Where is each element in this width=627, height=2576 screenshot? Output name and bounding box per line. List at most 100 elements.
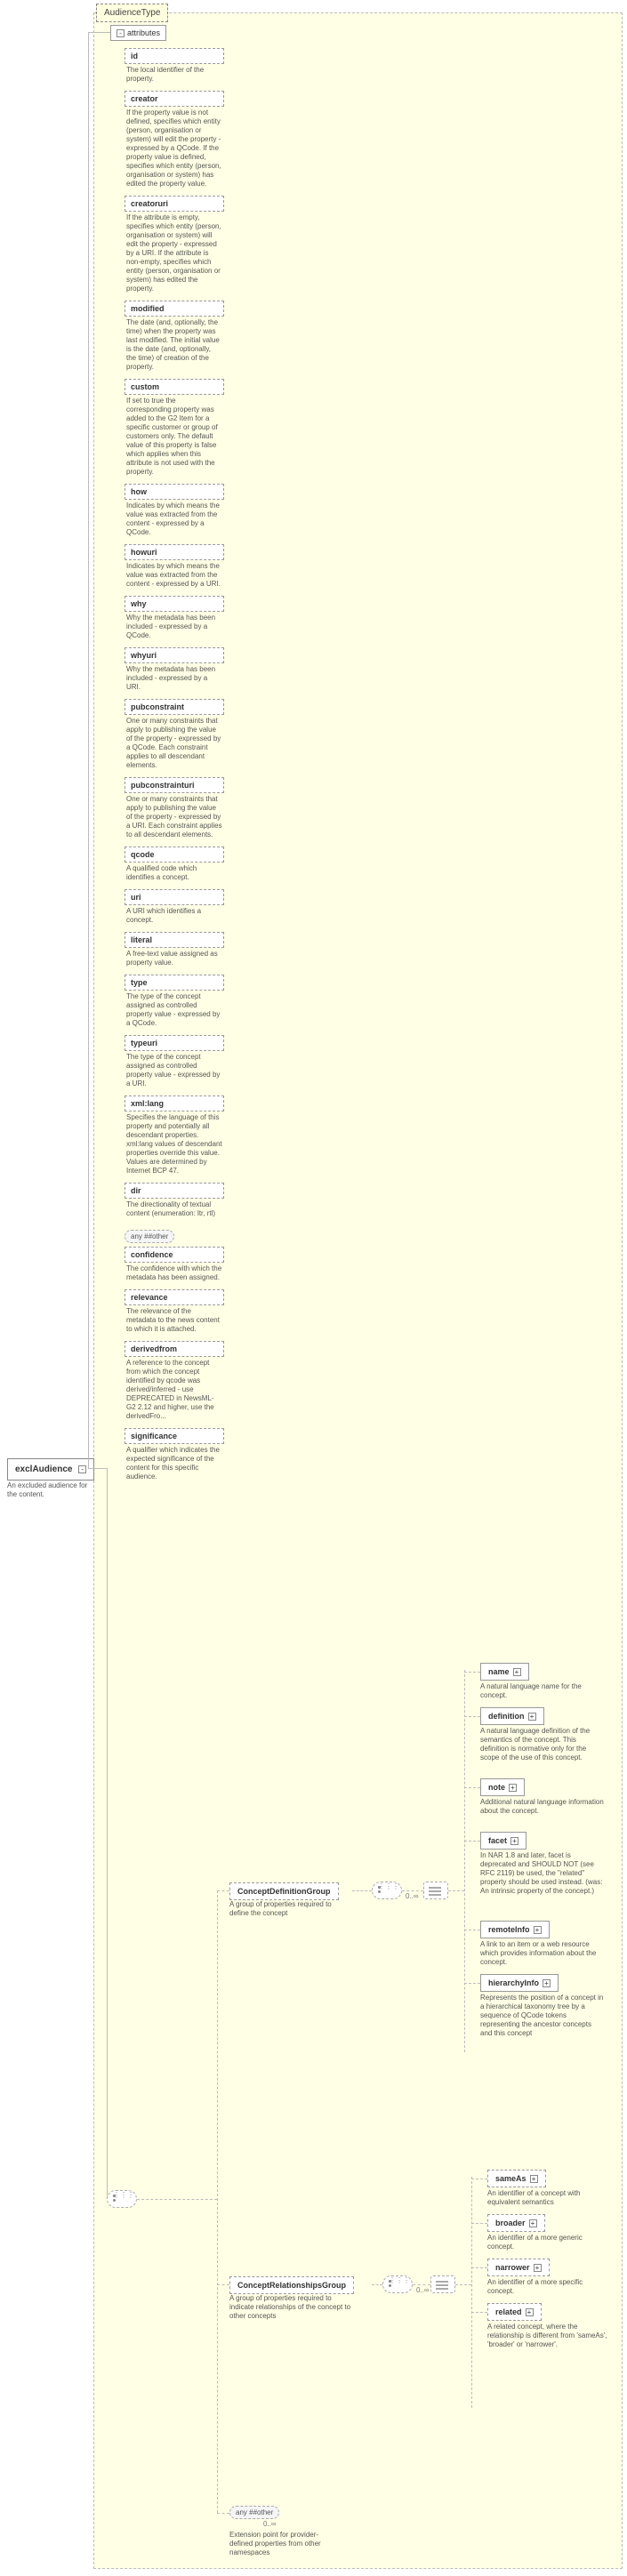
- group-desc: A group of properties required to define…: [229, 1900, 343, 1918]
- attribute-modified[interactable]: modified: [125, 301, 224, 317]
- attribute-confidence[interactable]: confidence: [125, 1247, 224, 1263]
- element-facet[interactable]: facet+: [480, 1832, 527, 1850]
- element-desc: A related concept, where the relationshi…: [487, 2323, 607, 2349]
- attribute-creator[interactable]: creator: [125, 91, 224, 107]
- attribute-creatoruri[interactable]: creatoruri: [125, 196, 224, 212]
- root-element[interactable]: exclAudience -: [7, 1458, 94, 1481]
- choice-compositor: [430, 2275, 455, 2293]
- expand-icon[interactable]: +: [528, 1713, 536, 1721]
- connector: [448, 1890, 464, 1891]
- element-desc: An identifier of a concept with equivale…: [487, 2189, 607, 2207]
- attribute-typeuri[interactable]: typeuri: [125, 1035, 224, 1051]
- attributes-label: attributes: [127, 28, 160, 37]
- group-conceptrelationships[interactable]: ConceptRelationshipsGroup: [229, 2276, 354, 2294]
- expand-icon[interactable]: +: [534, 1926, 542, 1934]
- attribute-desc: A free-text value assigned as property v…: [125, 948, 224, 973]
- element-label: facet: [488, 1836, 507, 1845]
- expand-icon[interactable]: +: [529, 2219, 537, 2227]
- attribute-id[interactable]: id: [125, 48, 224, 64]
- connector: [352, 1890, 372, 1891]
- element-label: related: [495, 2307, 522, 2316]
- expand-icon[interactable]: +: [510, 1837, 518, 1845]
- connector: [413, 2284, 430, 2285]
- attribute-pubconstraint[interactable]: pubconstraint: [125, 699, 224, 715]
- connector: [217, 1890, 218, 2513]
- collapse-icon[interactable]: -: [78, 1465, 86, 1473]
- attribute-desc: The relevance of the metadata to the new…: [125, 1305, 224, 1339]
- expand-icon[interactable]: +: [509, 1784, 517, 1792]
- attribute-type[interactable]: type: [125, 975, 224, 991]
- element-narrower[interactable]: narrower +: [487, 2259, 550, 2276]
- connector: [464, 1670, 465, 2052]
- element-desc: An identifier of a more generic concept.: [487, 2234, 607, 2251]
- sequence-compositor: ⋮⋮⋮: [107, 2190, 137, 2208]
- connector: [464, 1841, 480, 1842]
- element-sameAs[interactable]: sameAs+: [487, 2170, 546, 2187]
- element-label: narrower: [495, 2263, 530, 2272]
- attribute-desc: One or many constraints that apply to pu…: [125, 793, 224, 845]
- attribute-how[interactable]: how: [125, 484, 224, 500]
- element-desc: A link to an item or a web resource whic…: [480, 1940, 605, 1967]
- group-desc: A group of properties required to indica…: [229, 2294, 352, 2321]
- connector: [217, 2513, 229, 2514]
- attribute-desc: Why the metadata has been included - exp…: [125, 612, 224, 646]
- connector: [137, 2199, 217, 2200]
- attribute-why[interactable]: why: [125, 596, 224, 612]
- attributes-header[interactable]: -attributes: [110, 25, 166, 41]
- element-label: sameAs: [495, 2174, 527, 2183]
- element-related[interactable]: related +: [487, 2303, 542, 2321]
- connector: [471, 2312, 487, 2313]
- group-conceptdefinition[interactable]: ConceptDefinitionGroup: [229, 1882, 339, 1900]
- attribute-whyuri[interactable]: whyuri: [125, 647, 224, 663]
- sequence-compositor: ⋮⋮⋮: [382, 2275, 413, 2293]
- attribute-desc: If set to true the corresponding propert…: [125, 395, 224, 482]
- element-label: definition: [488, 1712, 525, 1721]
- element-desc: In NAR 1.8 and later, facet is deprecate…: [480, 1851, 605, 1896]
- multiplicity-label: 0..∞: [263, 2520, 277, 2528]
- attribute-desc: The type of the concept assigned as cont…: [125, 1051, 224, 1094]
- connector: [217, 2284, 229, 2285]
- root-element-desc: An excluded audience for the content.: [7, 1481, 89, 1499]
- connector: [88, 1468, 108, 1469]
- expand-icon[interactable]: +: [513, 1668, 521, 1676]
- connector: [372, 2284, 382, 2285]
- attribute-uri[interactable]: uri: [125, 889, 224, 905]
- connector: [471, 2177, 472, 2408]
- attribute-xmllang[interactable]: xml:lang: [125, 1095, 224, 1111]
- attribute-derivedfrom[interactable]: derivedfrom: [125, 1341, 224, 1357]
- connector: [217, 1890, 229, 1891]
- attributes-column: idThe local identifier of the property.c…: [125, 46, 224, 1487]
- connector: [464, 1983, 480, 1984]
- expand-icon[interactable]: +: [526, 2308, 534, 2316]
- expand-icon[interactable]: +: [530, 2175, 538, 2183]
- attribute-desc: The type of the concept assigned as cont…: [125, 991, 224, 1033]
- attribute-dir[interactable]: dir: [125, 1183, 224, 1199]
- attribute-custom[interactable]: custom: [125, 379, 224, 395]
- attribute-significance[interactable]: significance: [125, 1428, 224, 1444]
- element-hierarchyInfo[interactable]: hierarchyInfo +: [480, 1974, 559, 1992]
- attribute-literal[interactable]: literal: [125, 932, 224, 948]
- element-desc: A natural language name for the concept.: [480, 1682, 605, 1700]
- element-label: note: [488, 1783, 505, 1792]
- collapse-icon[interactable]: -: [117, 29, 125, 37]
- element-label: hierarchyInfo: [488, 1978, 539, 1987]
- element-label: remoteInfo: [488, 1925, 530, 1934]
- attribute-relevance[interactable]: relevance: [125, 1289, 224, 1305]
- attribute-pubconstrainturi[interactable]: pubconstrainturi: [125, 777, 224, 793]
- any-attribute-pill: any ##other: [125, 1230, 174, 1243]
- element-definition[interactable]: definition+: [480, 1707, 544, 1725]
- attribute-desc: Indicates by which means the value was e…: [125, 560, 224, 594]
- connector: [464, 1672, 480, 1673]
- attribute-desc: If the property value is not defined, sp…: [125, 107, 224, 194]
- attribute-desc: The confidence with which the metadata h…: [125, 1263, 224, 1288]
- element-broader[interactable]: broader+: [487, 2214, 545, 2232]
- element-remoteInfo[interactable]: remoteInfo +: [480, 1921, 550, 1938]
- element-name[interactable]: name+: [480, 1663, 529, 1681]
- attribute-desc: Why the metadata has been included - exp…: [125, 663, 224, 697]
- expand-icon[interactable]: +: [534, 2264, 542, 2272]
- attribute-howuri[interactable]: howuri: [125, 544, 224, 560]
- expand-icon[interactable]: +: [543, 1979, 551, 1987]
- element-desc: Represents the position of a concept in …: [480, 1994, 605, 2038]
- attribute-qcode[interactable]: qcode: [125, 847, 224, 863]
- element-note[interactable]: note +: [480, 1778, 525, 1796]
